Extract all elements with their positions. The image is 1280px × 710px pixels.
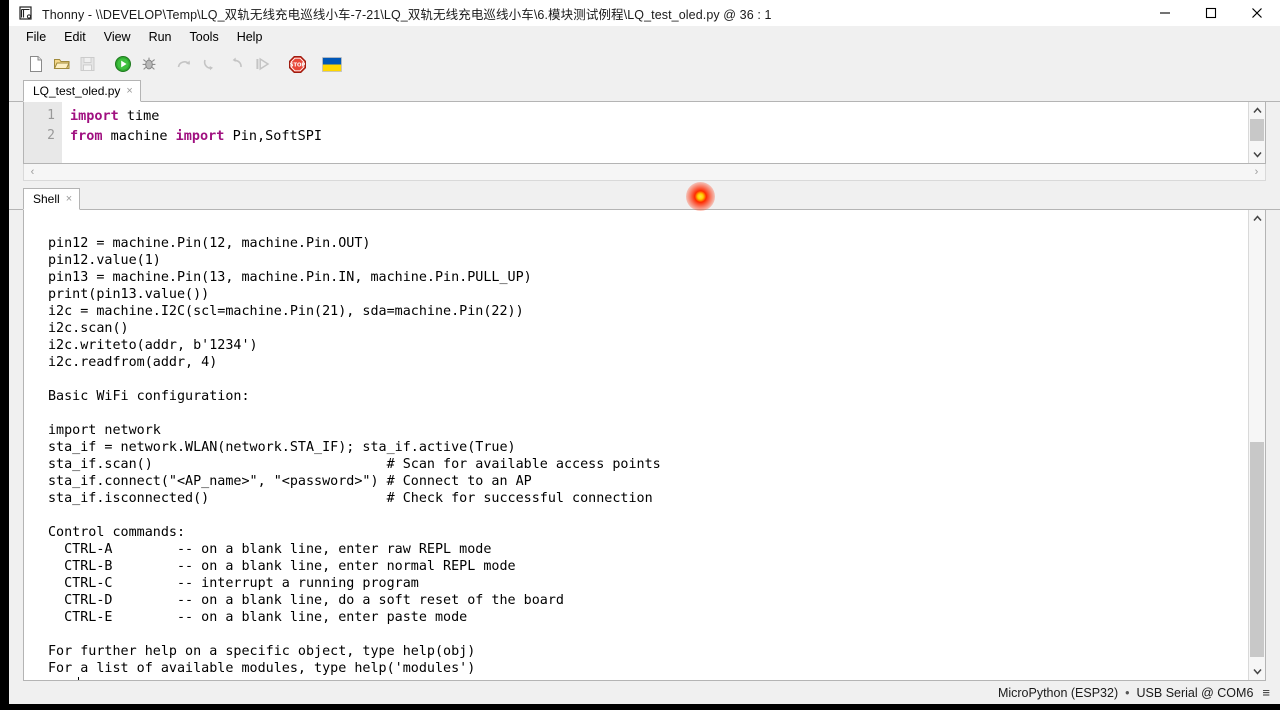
step-out-icon[interactable] xyxy=(223,51,249,77)
maximize-button[interactable] xyxy=(1188,0,1234,26)
editor-scroll-track[interactable] xyxy=(1249,119,1265,146)
shell-scroll-track[interactable] xyxy=(1249,227,1265,663)
screen: Thonny - \\DEVELOP\Temp\LQ_双轨无线充电巡线小车-7-… xyxy=(0,0,1280,710)
menu-view[interactable]: View xyxy=(95,28,140,46)
shell-output[interactable]: pin12 = machine.Pin(12, machine.Pin.OUT)… xyxy=(24,210,1248,680)
scroll-down-icon[interactable] xyxy=(1249,146,1265,163)
editor-scroll-thumb[interactable] xyxy=(1250,119,1264,141)
code-text-area[interactable]: import time from machine import Pin,SoftS… xyxy=(62,102,1248,163)
code-text: Pin,SoftSPI xyxy=(224,128,322,144)
debug-current-script-icon[interactable] xyxy=(136,51,162,77)
shell-prompt: >>> xyxy=(48,678,72,680)
window-title: Thonny - \\DEVELOP\Temp\LQ_双轨无线充电巡线小车-7-… xyxy=(42,7,772,22)
resume-icon[interactable] xyxy=(249,51,275,77)
title-bar: Thonny - \\DEVELOP\Temp\LQ_双轨无线充电巡线小车-7-… xyxy=(9,0,1280,26)
close-icon[interactable]: × xyxy=(126,85,132,97)
thonny-window: Thonny - \\DEVELOP\Temp\LQ_双轨无线充电巡线小车-7-… xyxy=(9,0,1280,704)
shell-tab-label: Shell xyxy=(33,192,60,206)
code-text: machine xyxy=(102,128,176,144)
close-button[interactable] xyxy=(1234,0,1280,26)
new-file-icon[interactable] xyxy=(23,51,49,77)
shell-scroll-thumb[interactable] xyxy=(1250,442,1264,657)
editor-tab-lq-test-oled[interactable]: LQ_test_oled.py × xyxy=(23,80,141,102)
run-current-script-icon[interactable] xyxy=(110,51,136,77)
open-file-icon[interactable] xyxy=(49,51,75,77)
shell-vertical-scrollbar[interactable] xyxy=(1248,210,1265,680)
shell-caret xyxy=(78,677,80,680)
ukraine-flag-icon[interactable] xyxy=(319,51,345,77)
shell-tab-strip: Shell × xyxy=(9,186,1280,210)
menu-run[interactable]: Run xyxy=(140,28,181,46)
scroll-up-icon[interactable] xyxy=(1249,102,1265,119)
stop-icon[interactable]: STOP xyxy=(284,51,310,77)
editor-hscroll-track[interactable] xyxy=(41,165,1248,180)
scroll-right-icon[interactable]: › xyxy=(1248,165,1265,180)
hamburger-menu-icon[interactable]: ≡ xyxy=(1262,685,1270,700)
shell-panel[interactable]: pin12 = machine.Pin(12, machine.Pin.OUT)… xyxy=(23,210,1266,681)
menu-tools[interactable]: Tools xyxy=(181,28,228,46)
step-into-icon[interactable] xyxy=(197,51,223,77)
editor-tab-label: LQ_test_oled.py xyxy=(33,84,121,98)
line-number: 2 xyxy=(47,128,55,143)
interpreter-label[interactable]: MicroPython (ESP32) xyxy=(998,686,1118,700)
menu-bar: File Edit View Run Tools Help xyxy=(9,26,1280,48)
code-keyword: import xyxy=(70,108,119,124)
editor-tab-strip: LQ_test_oled.py × xyxy=(9,80,1280,102)
menu-help[interactable]: Help xyxy=(228,28,272,46)
scroll-left-icon[interactable]: ‹ xyxy=(24,165,41,180)
save-file-icon[interactable] xyxy=(75,51,101,77)
editor-horizontal-scrollbar[interactable]: ‹ › xyxy=(23,164,1266,181)
menu-file[interactable]: File xyxy=(17,28,55,46)
scroll-up-icon[interactable] xyxy=(1249,210,1265,227)
code-keyword: from xyxy=(70,128,103,144)
code-editor[interactable]: 1 2 import time from machine import Pin,S… xyxy=(23,102,1266,164)
svg-text:STOP: STOP xyxy=(289,62,305,68)
thonny-app-icon xyxy=(18,5,34,21)
window-controls xyxy=(1142,0,1280,26)
code-text: time xyxy=(118,108,160,124)
step-over-icon[interactable] xyxy=(171,51,197,77)
close-icon[interactable]: × xyxy=(66,193,72,205)
status-separator: • xyxy=(1125,685,1130,700)
toolbar: STOP xyxy=(9,48,1280,80)
scroll-down-icon[interactable] xyxy=(1249,663,1265,680)
code-keyword: import xyxy=(175,128,225,144)
minimize-button[interactable] xyxy=(1142,0,1188,26)
editor-vertical-scrollbar[interactable] xyxy=(1248,102,1265,163)
menu-edit[interactable]: Edit xyxy=(55,28,95,46)
shell-output-text: pin12 = machine.Pin(12, machine.Pin.OUT)… xyxy=(48,236,661,676)
shell-tab[interactable]: Shell × xyxy=(23,188,81,210)
line-number: 1 xyxy=(47,108,55,123)
code-line: from machine import Pin,SoftSPI xyxy=(70,126,1248,146)
code-line: import time xyxy=(70,106,1248,126)
status-bar: MicroPython (ESP32) • USB Serial @ COM6 … xyxy=(9,681,1280,704)
line-number-gutter: 1 2 xyxy=(24,102,62,163)
connection-label[interactable]: USB Serial @ COM6 xyxy=(1137,686,1254,700)
